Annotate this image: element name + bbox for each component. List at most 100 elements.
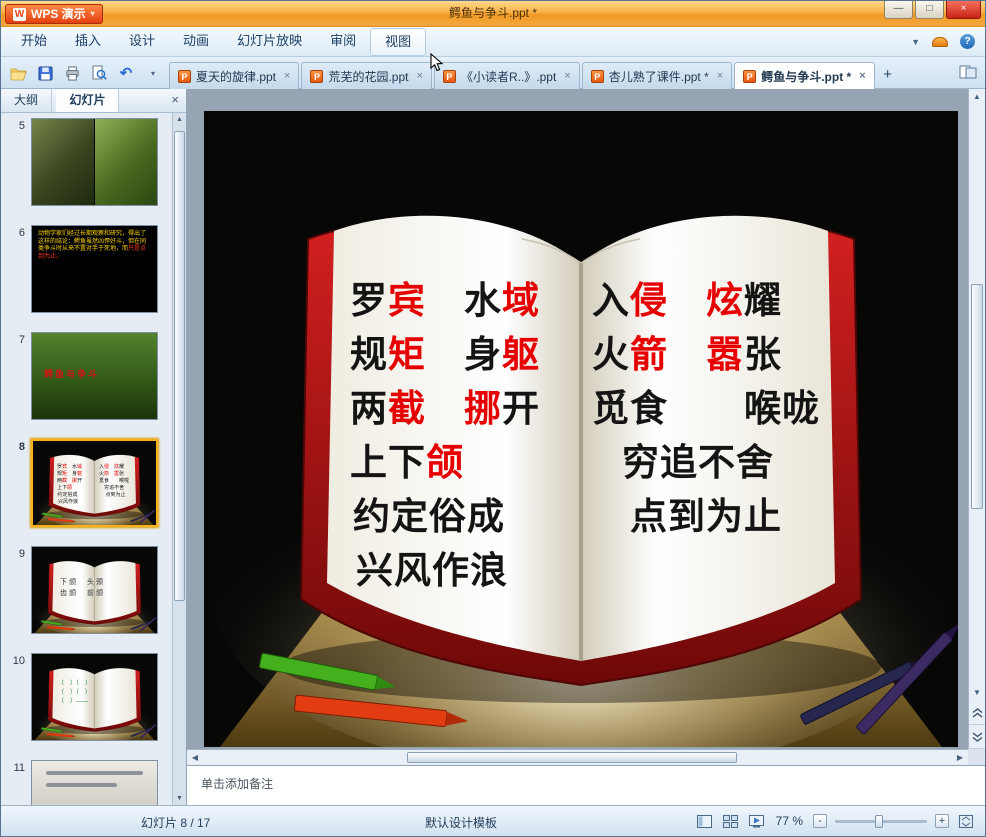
zoom-slider-thumb[interactable] xyxy=(875,814,883,828)
thumbnail-text: （ ）（ ） （ ）（ ） （ ）—— xyxy=(58,681,92,705)
wps-app-button[interactable]: W WPS 演示 ▾ xyxy=(5,4,103,24)
zoom-out-button[interactable]: - xyxy=(813,814,827,828)
doc-tab-5-active[interactable]: P 鳄鱼与争斗.ppt * × xyxy=(734,62,875,89)
thumbnail-number: 11 xyxy=(13,762,25,774)
wps-logo-icon: W xyxy=(13,7,26,21)
app-caret-icon: ▾ xyxy=(90,9,95,18)
close-button[interactable]: × xyxy=(946,1,981,19)
thumbnail-image-11[interactable] xyxy=(31,760,158,805)
help-icon[interactable]: ? xyxy=(960,34,975,49)
menu-item-design[interactable]: 设计 xyxy=(115,27,169,56)
maximize-button[interactable]: □ xyxy=(915,1,944,19)
thumbnail-image-6[interactable]: 动物学家们经过长期观察和研究，得出了这样的结论：鳄鱼虽然凶悍好斗，但在同类争斗时… xyxy=(31,225,158,313)
vertical-scroll-thumb[interactable] xyxy=(971,284,983,509)
ppt-file-icon: P xyxy=(743,69,757,83)
thumbnail-image-10[interactable]: （ ）（ ） （ ）（ ） （ ）—— xyxy=(31,653,158,741)
tab-slides[interactable]: 幻灯片 xyxy=(56,89,120,112)
horizontal-scrollbar[interactable]: ◀ ▶ xyxy=(187,749,968,765)
thumbnail-number: 6 xyxy=(18,227,25,239)
menu-items: 开始 插入 设计 动画 幻灯片放映 审阅 视图 xyxy=(7,27,427,56)
next-slide-button[interactable] xyxy=(969,725,985,749)
close-tab-icon[interactable]: × xyxy=(417,70,423,82)
zoom-slider[interactable] xyxy=(835,814,927,828)
slide-sorter-view-icon[interactable] xyxy=(722,813,740,829)
toolbar-row: ↶ ▾ P 夏天的旋律.ppt × P 荒芜的花园.ppt × P 《小读者R.… xyxy=(1,57,985,89)
doc-tab-1[interactable]: P 夏天的旋律.ppt × xyxy=(169,62,300,89)
tab-outline[interactable]: 大纲 xyxy=(1,89,53,112)
design-template-name[interactable]: 默认设计模板 xyxy=(425,814,497,831)
thumbnail-number: 8 xyxy=(18,441,25,453)
doc-tab-label: 《小读者R..》.ppt xyxy=(460,69,557,84)
thumbnail-partial xyxy=(32,761,157,805)
menu-item-insert[interactable]: 插入 xyxy=(61,27,115,56)
crocodile-photo-right xyxy=(94,119,157,205)
crocodile-photo-left xyxy=(32,119,95,205)
menu-right-icons: ▼ ? xyxy=(911,27,975,56)
scroll-down-icon[interactable]: ▼ xyxy=(969,685,985,701)
scroll-up-icon[interactable]: ▲ xyxy=(969,89,985,105)
save-icon[interactable] xyxy=(34,62,56,84)
undo-dropdown-icon[interactable]: ▾ xyxy=(142,62,164,84)
scroll-left-icon[interactable]: ◀ xyxy=(187,750,203,765)
notes-pane[interactable]: 单击添加备注 xyxy=(187,765,985,805)
thumbnail-image-7[interactable]: 鳄鱼与争斗 xyxy=(31,332,158,420)
panel-close-icon[interactable]: × xyxy=(171,92,179,107)
vertical-scrollbar[interactable]: ▲ ▼ xyxy=(968,89,985,701)
window-title: 鳄鱼与争斗.ppt * xyxy=(448,6,538,20)
tab-list-icon[interactable] xyxy=(959,64,977,85)
previous-slide-button[interactable] xyxy=(969,701,985,725)
thumbnail-number: 10 xyxy=(12,655,25,667)
wps-presentation-window: W WPS 演示 ▾ 鳄鱼与争斗.ppt * — □ × 开始 插入 设计 动画… xyxy=(0,0,986,837)
close-tab-icon[interactable]: × xyxy=(564,70,570,82)
slide-thumbnail-10: 10 （ ）（ ） （ ）（ ） （ ）—— xyxy=(1,653,172,745)
scroll-down-icon[interactable]: ▼ xyxy=(173,792,186,805)
thumbnail-image-8[interactable]: 罗宾 水域 规矩 身躯 两截 挪开 上下颌 约定俗成 兴风作浪 入侵 炫耀 火箭 嚣张 觅食 … xyxy=(31,439,158,527)
minimize-button[interactable]: — xyxy=(884,1,913,19)
scrollbar-corner xyxy=(968,749,985,765)
slide-navigation-buttons xyxy=(968,701,985,749)
print-preview-icon[interactable] xyxy=(88,62,110,84)
thumbnail-text: 动物学家们经过长期观察和研究，得出了这样的结论：鳄鱼虽然凶悍好斗，但在同类争斗时… xyxy=(38,231,147,260)
slide-thumbnail-6: 6 动物学家们经过长期观察和研究，得出了这样的结论：鳄鱼虽然凶悍好斗，但在同类争… xyxy=(1,225,172,317)
close-tab-icon[interactable]: × xyxy=(717,70,723,82)
doc-tab-2[interactable]: P 荒芜的花园.ppt × xyxy=(301,62,432,89)
chevron-down-icon[interactable]: ▼ xyxy=(911,37,920,47)
slide-editor-area: 罗宾 水域 规矩 身躯 两截 挪开 上下颌 约定俗成 兴风作浪 入侵 炫耀 火箭 嚣张 觅食 … xyxy=(187,89,985,805)
theme-skin-icon[interactable] xyxy=(932,36,948,47)
panel-scroll-thumb[interactable] xyxy=(174,131,185,601)
horizontal-scroll-thumb[interactable] xyxy=(407,752,737,763)
book-text-right-page: 入侵 炫耀 火箭 嚣张 觅食 喉咙 穷追不舍 点到为止 xyxy=(592,281,820,538)
scroll-up-icon[interactable]: ▲ xyxy=(173,113,186,126)
slideshow-play-icon[interactable] xyxy=(748,813,766,829)
current-slide[interactable]: 罗宾 水域 规矩 身躯 两截 挪开 上下颌 约定俗成 兴风作浪 入侵 炫耀 火箭 嚣张 觅食 … xyxy=(204,111,958,747)
thumbnail-image-9[interactable]: 下颌 头颈 齿颌 前颌 xyxy=(31,546,158,634)
thumbnail-image-5[interactable] xyxy=(31,118,158,206)
doc-tab-4[interactable]: P 杏儿熟了课件.ppt * × xyxy=(581,62,733,89)
menu-item-view[interactable]: 视图 xyxy=(370,28,427,56)
menu-item-slideshow[interactable]: 幻灯片放映 xyxy=(223,27,316,56)
notes-placeholder[interactable]: 单击添加备注 xyxy=(187,766,985,792)
print-icon[interactable] xyxy=(61,62,83,84)
menu-item-start[interactable]: 开始 xyxy=(7,27,61,56)
ppt-file-icon: P xyxy=(442,69,456,83)
ppt-file-icon: P xyxy=(590,69,604,83)
status-right-controls: 77 % - + xyxy=(696,806,975,836)
close-tab-icon[interactable]: × xyxy=(284,70,290,82)
menu-item-animation[interactable]: 动画 xyxy=(169,27,223,56)
normal-view-icon[interactable] xyxy=(696,813,714,829)
undo-icon[interactable]: ↶ xyxy=(115,62,137,84)
slides-panel: 大纲 幻灯片 × 5 6 动物学家们经过长期观察和研究，得出了这样的结论：鳄鱼虽… xyxy=(1,89,187,805)
open-folder-icon[interactable] xyxy=(7,62,29,84)
close-tab-icon[interactable]: × xyxy=(859,70,865,82)
panel-tabs: 大纲 幻灯片 × xyxy=(1,89,186,113)
new-tab-button[interactable]: + xyxy=(877,64,899,86)
doc-tab-3[interactable]: P 《小读者R..》.ppt × xyxy=(433,62,580,89)
zoom-in-button[interactable]: + xyxy=(935,814,949,828)
panel-scrollbar[interactable]: ▲ ▼ xyxy=(172,113,186,805)
thumbnail-number: 9 xyxy=(18,548,25,560)
doc-tab-label: 夏天的旋律.ppt xyxy=(196,69,277,84)
thumbnail-number: 7 xyxy=(18,334,25,346)
fit-to-window-icon[interactable] xyxy=(957,813,975,829)
scroll-right-icon[interactable]: ▶ xyxy=(952,750,968,765)
menu-item-review[interactable]: 审阅 xyxy=(316,27,370,56)
